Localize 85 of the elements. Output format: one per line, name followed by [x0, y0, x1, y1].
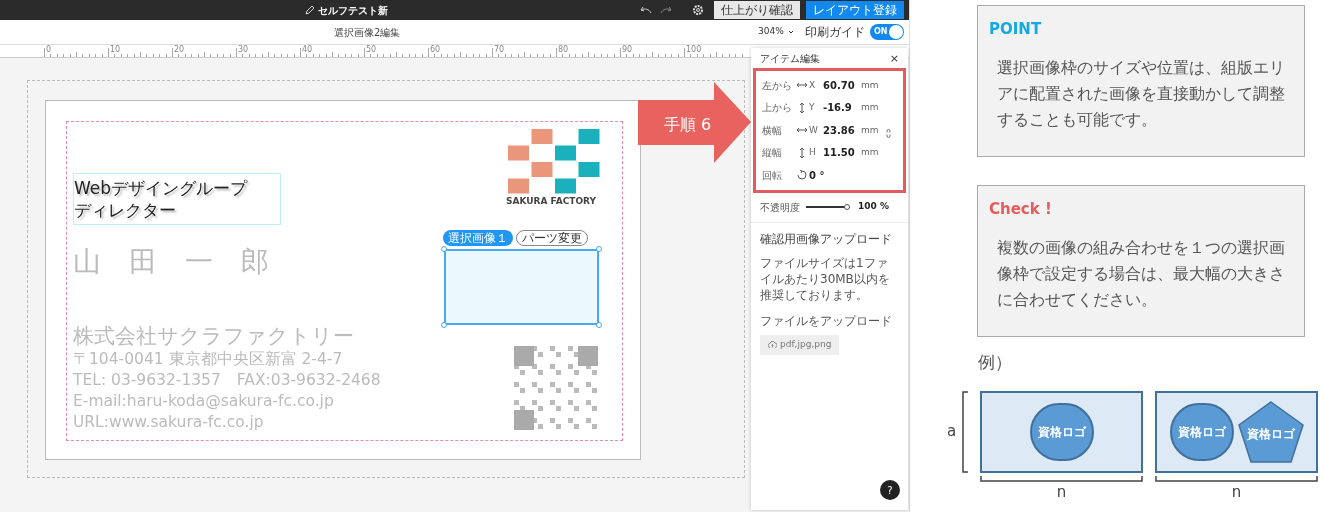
- axis-label: W: [809, 123, 819, 137]
- panel-title: アイテム編集: [760, 51, 820, 66]
- field-value[interactable]: 0 °: [809, 167, 847, 183]
- unit-label: mm: [861, 78, 879, 92]
- field-label: 回転: [762, 168, 783, 183]
- field-value[interactable]: 60.70: [823, 77, 861, 93]
- contact-line: URL:www.sakura-fc.co.jp: [73, 412, 265, 433]
- field-value[interactable]: -16.9: [823, 100, 861, 116]
- upload-button[interactable]: pdf,jpg,png: [760, 334, 840, 355]
- note-title: POINT: [989, 19, 1043, 40]
- ruler-label: 50: [366, 45, 377, 54]
- dimension-label: a: [947, 421, 957, 442]
- field-label: 横幅: [762, 123, 783, 138]
- resize-handle[interactable]: [596, 322, 602, 328]
- help-button[interactable]: ?: [880, 480, 900, 500]
- axis-label: X: [809, 78, 817, 92]
- note-text: 複数の画像の組み合わせを１つの選択画像枠で設定する場合は、最大幅の大きさに合わせてください。: [997, 237, 1286, 311]
- frame-tag[interactable]: パーツ変更: [516, 230, 588, 246]
- settings-icon[interactable]: [692, 4, 704, 16]
- upload-label: ファイルをアップロード: [760, 312, 892, 330]
- opacity-slider[interactable]: [806, 203, 850, 211]
- person-name: 山 田 一 郎: [73, 244, 269, 280]
- logo-text: SAKURA FACTORY: [506, 195, 597, 208]
- opacity-label: 不透明度: [760, 200, 800, 215]
- opacity-reading: 100 %: [858, 200, 889, 214]
- ruler-label: 80: [558, 45, 569, 54]
- field-label: 縦幅: [762, 146, 783, 161]
- print-guide-label: 印刷ガイド: [805, 24, 865, 41]
- undo-icon[interactable]: [640, 6, 652, 14]
- ruler-label: 10: [110, 45, 121, 54]
- image-frame[interactable]: [444, 249, 599, 325]
- ruler-label: 40: [302, 45, 313, 54]
- unit-label: mm: [861, 146, 879, 159]
- redo-icon[interactable]: [660, 6, 672, 14]
- dimension-label: n: [1231, 482, 1242, 502]
- horizontal-arrows-icon: [797, 82, 807, 89]
- chevron-icon: [787, 30, 794, 34]
- vertical-arrows-icon: [799, 147, 805, 158]
- ruler-label: 0: [46, 45, 52, 54]
- ruler-label: 70: [494, 45, 505, 54]
- resize-handle[interactable]: [441, 322, 447, 328]
- logo-label: 資格ロゴ: [1246, 426, 1295, 443]
- unit-label: mm: [861, 101, 879, 114]
- field-value[interactable]: 11.50: [823, 145, 861, 161]
- ruler-label: 30: [238, 45, 249, 54]
- ruler-label: 100: [686, 45, 702, 54]
- section-title: 確認用画像アップロード: [760, 230, 893, 248]
- close-button[interactable]: ×: [889, 52, 899, 64]
- example-title: 例）: [978, 351, 1012, 374]
- edit-title: 選択画像2編集: [334, 25, 401, 40]
- field-value[interactable]: 23.86: [823, 122, 861, 138]
- step-label: 手順 6: [664, 114, 712, 136]
- print-guide-toggle[interactable]: ON: [870, 24, 904, 40]
- text-frame[interactable]: Webデザイングループ ディレクター: [73, 173, 281, 225]
- resize-handle[interactable]: [596, 246, 602, 252]
- cloud-upload-icon: [768, 341, 777, 348]
- axis-label: H: [809, 146, 817, 159]
- contact-line: E-mail:haru-koda@sakura-fc.co.jp: [73, 391, 335, 412]
- pentagon-shape: [1237, 401, 1304, 463]
- vertical-arrows-icon: [799, 102, 805, 113]
- axis-label: Y: [809, 101, 816, 114]
- pen-icon: [305, 5, 314, 15]
- job-title-line: ディレクター: [74, 199, 177, 221]
- ruler-label: 20: [174, 45, 185, 54]
- field-label: 左から: [762, 78, 793, 93]
- document-title: セルフテスト新: [318, 3, 388, 18]
- ruler-label: 90: [622, 45, 633, 54]
- company-name: 株式会社サクラファクトリー: [73, 323, 355, 349]
- preview-button[interactable]: 仕上がり確認: [714, 1, 800, 19]
- register-button[interactable]: レイアウト登録: [806, 1, 904, 19]
- dimension-label: n: [1056, 482, 1067, 502]
- job-title-line: Webデザイングループ: [74, 177, 249, 199]
- contact-line: 〒104-0041 東京都中央区新富 2-4-7: [73, 349, 344, 370]
- rotate-icon: [797, 170, 807, 181]
- resize-handle[interactable]: [441, 246, 447, 252]
- zoom-dropdown[interactable]: 304%: [758, 25, 794, 39]
- contact-line: TEL: 03-9632-1357 FAX:03-9632-2468: [73, 370, 381, 391]
- upload-note: ファイルサイズは1ファイルあたり30MB以内を推奨しております。: [760, 254, 891, 303]
- note-title: Check !: [989, 199, 1053, 220]
- link-icon[interactable]: [886, 129, 891, 138]
- horizontal-arrows-icon: [797, 127, 807, 134]
- field-label: 上から: [762, 101, 793, 116]
- unit-label: mm: [861, 123, 879, 137]
- note-text: 選択画像枠のサイズや位置は、組版エリアに配置された画像を直接動かして調整することも可能です。: [997, 57, 1286, 131]
- ruler-label: 60: [430, 45, 441, 54]
